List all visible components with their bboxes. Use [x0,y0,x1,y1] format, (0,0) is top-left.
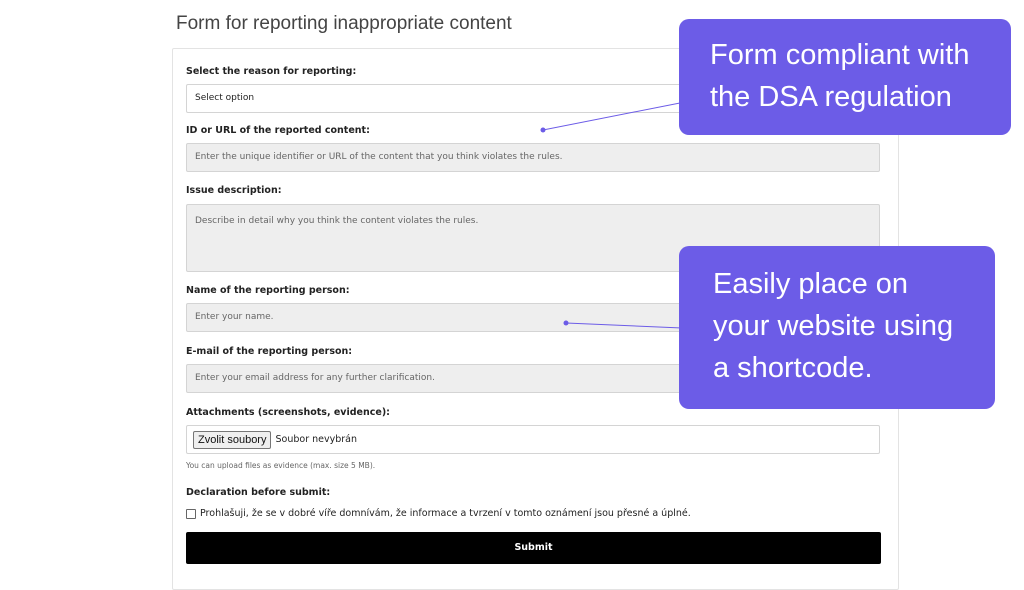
callout-dsa: Form compliant with the DSA regulation [679,19,1011,135]
attachments-hint: You can upload files as evidence (max. s… [186,461,376,470]
submit-button[interactable]: Submit [186,532,881,564]
content-id-placeholder: Enter the unique identifier or URL of th… [195,152,563,162]
declaration-checkbox[interactable] [186,508,196,519]
callout-shortcode-line-2: your website using [713,310,954,342]
reason-select-value: Select option [195,93,255,103]
content-id-label: ID or URL of the reported content: [186,125,370,136]
description-label: Issue description: [186,185,282,196]
file-status-text: Soubor nevybrán [275,434,358,445]
callout-dsa-line-2: the DSA regulation [710,81,952,113]
page-title: Form for reporting inappropriate content [176,13,512,34]
reason-label: Select the reason for reporting: [186,66,357,77]
reporter-name-label: Name of the reporting person: [186,285,350,296]
attachments-file-input: Zvolit soubory Soubor nevybrán [186,425,880,454]
callout-shortcode-line-3: a shortcode. [713,352,873,384]
declaration-text: Prohlašuji, že se v dobré víře domnívám,… [200,508,691,519]
callout-shortcode: Easily place on your website using a sho… [679,246,995,409]
reporter-email-label: E-mail of the reporting person: [186,346,353,357]
content-id-input[interactable]: Enter the unique identifier or URL of th… [186,143,880,172]
callout-dsa-line-1: Form compliant with [710,39,970,71]
declaration-label: Declaration before submit: [186,487,331,498]
declaration-row[interactable]: Prohlašuji, že se v dobré víře domnívám,… [186,508,691,519]
reporter-email-placeholder: Enter your email address for any further… [195,373,435,383]
choose-files-button[interactable]: Zvolit soubory [193,430,272,449]
attachments-label: Attachments (screenshots, evidence): [186,407,390,418]
description-placeholder: Describe in detail why you think the con… [195,216,479,226]
reporter-name-placeholder: Enter your name. [195,312,274,322]
callout-shortcode-line-1: Easily place on [713,268,909,300]
